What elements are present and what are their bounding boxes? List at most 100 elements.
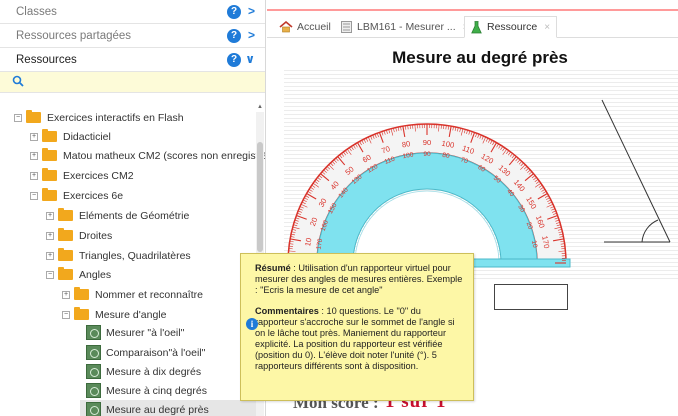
accordion-label: Classes [16, 5, 57, 18]
folder-icon [58, 267, 73, 280]
tree-item[interactable]: − Mesure d'angle [62, 305, 166, 324]
tooltip-summary: Résumé : Utilisation d'un rapporteur vir… [255, 263, 463, 296]
flask-icon [471, 20, 482, 33]
tree-item[interactable]: Mesurer "à l'oeil" [86, 323, 184, 342]
home-icon [279, 21, 293, 33]
expand-icon[interactable]: + [46, 251, 54, 260]
comments-label: Commentaires [255, 306, 319, 316]
tree-item-label: Mesure au degré près [106, 403, 209, 416]
tree-item-label: Droites [79, 229, 113, 242]
collapse-icon[interactable]: − [30, 191, 38, 200]
tab-label: Accueil [297, 21, 331, 33]
tree-item[interactable]: + Nommer et reconnaître [62, 285, 203, 304]
resource-tree: − Exercices interactifs en Flash + Didac… [0, 105, 266, 416]
collapse-icon[interactable]: − [14, 113, 22, 122]
expand-icon[interactable]: + [30, 151, 38, 160]
protractor-outer-label: 80 [401, 139, 411, 149]
tree-item[interactable]: + Matou matheux CM2 (scores non enregist… [30, 146, 266, 165]
tree-item-label: Triangles, Quadrilatères [79, 249, 191, 262]
tree-item[interactable]: Mesure à cinq degrés [86, 381, 207, 400]
folder-icon [42, 168, 57, 181]
tab-resource[interactable]: Ressource × [464, 16, 558, 38]
tab-label: Ressource [487, 21, 538, 33]
top-divider [267, 9, 678, 11]
tab-label: LBM161 - Mesurer ... [357, 21, 456, 33]
tree-item-label: Eléments de Géométrie [79, 209, 190, 222]
tree-item-label: Mesure d'angle [95, 308, 167, 321]
tree-item[interactable]: − Exercices 6e [30, 186, 123, 205]
folder-icon [26, 110, 41, 123]
tab-lbm161[interactable]: LBM161 - Mesurer ... × [341, 16, 468, 38]
tree-item[interactable]: − Angles [46, 265, 111, 284]
tree-item[interactable]: Comparaison"à l'oeil" [86, 343, 205, 362]
expand-icon[interactable]: + [62, 290, 70, 299]
help-icon[interactable]: ? [227, 53, 241, 67]
tree-item-label: Exercices CM2 [63, 169, 134, 182]
expand-icon[interactable]: + [30, 171, 38, 180]
summary-label: Résumé [255, 263, 291, 273]
tree-item[interactable]: + Droites [46, 226, 112, 245]
accordion-label: Ressources partagées [16, 29, 132, 42]
folder-icon [58, 248, 73, 261]
protractor-inner-label: 10 [530, 240, 538, 249]
tree-item[interactable]: + Exercices CM2 [30, 166, 134, 185]
answer-input[interactable] [494, 284, 568, 310]
scrollbar-thumb[interactable] [257, 142, 263, 252]
protractor-outer-label: 10 [303, 237, 313, 247]
folder-icon [74, 307, 89, 320]
tree-item-label: Exercices 6e [63, 189, 124, 202]
tree-item[interactable]: + Triangles, Quadrilatères [46, 246, 191, 265]
accordion-resources[interactable]: Ressources ? ∨ [0, 48, 265, 72]
protractor-board[interactable]: 1701601501401301201101009080706050403020… [284, 70, 678, 282]
tree-item-label: Exercices interactifs en Flash [47, 111, 184, 124]
folder-icon [42, 188, 57, 201]
accordion-label: Ressources [16, 53, 77, 66]
document-icon [341, 21, 352, 33]
expand-icon[interactable]: + [46, 211, 54, 220]
expand-icon[interactable]: + [30, 132, 38, 141]
chevron-right-icon[interactable]: > [248, 4, 255, 18]
tree-item[interactable]: + Eléments de Géométrie [46, 206, 189, 225]
expand-icon[interactable]: + [46, 231, 54, 240]
protractor-inner-label: 90 [423, 151, 431, 158]
search-bar[interactable] [0, 72, 265, 93]
tree-item[interactable]: Mesure à dix degrés [86, 362, 201, 381]
scroll-up-arrow-icon[interactable]: ▲ [256, 104, 264, 112]
flash-file-icon [86, 345, 101, 360]
collapse-icon[interactable]: − [46, 270, 54, 279]
tree-item-selected[interactable]: Mesure au degré près [80, 400, 256, 416]
help-icon[interactable]: ? [227, 5, 241, 19]
resource-tooltip: Résumé : Utilisation d'un rapporteur vir… [240, 253, 474, 401]
tree-item-label: Didacticiel [63, 130, 111, 143]
tree-item-label: Mesure à dix degrés [106, 365, 202, 378]
info-icon: i [246, 318, 258, 330]
tree-item-label: Mesurer "à l'oeil" [106, 326, 185, 339]
resource-sidebar: Classes ? > Ressources partagées ? > Res… [0, 0, 266, 416]
tab-home[interactable]: Accueil [279, 16, 331, 38]
folder-icon [58, 228, 73, 241]
tab-bar: Accueil LBM161 - Mesurer ... × Ressource… [267, 12, 678, 38]
accordion-shared-resources[interactable]: Ressources partagées ? > [0, 24, 265, 48]
tree-item[interactable]: + Didacticiel [30, 127, 111, 146]
folder-icon [74, 287, 89, 300]
tree-item-label: Comparaison"à l'oeil" [106, 346, 206, 359]
tree-item[interactable]: − Exercices interactifs en Flash [14, 108, 184, 127]
search-icon[interactable] [12, 75, 24, 87]
help-icon[interactable]: ? [227, 29, 241, 43]
chevron-right-icon[interactable]: > [248, 28, 255, 42]
accordion-classes[interactable]: Classes ? > [0, 0, 265, 24]
folder-icon [42, 129, 57, 142]
tooltip-comments: Commentaires : 10 questions. Le "0" du r… [255, 306, 463, 372]
tree-item-label: Matou matheux CM2 (scores non enregistré [63, 149, 266, 162]
tree-item-label: Angles [79, 268, 112, 281]
close-icon[interactable]: × [544, 22, 550, 33]
flash-file-icon [86, 383, 101, 398]
collapse-icon[interactable]: − [62, 310, 70, 319]
folder-icon [42, 148, 57, 161]
tree-item-label: Nommer et reconnaître [95, 288, 203, 301]
chevron-down-icon[interactable]: ∨ [245, 52, 255, 66]
tree-item-label: Mesure à cinq degrés [106, 384, 207, 397]
folder-icon [58, 208, 73, 221]
protractor-outer-label: 90 [423, 138, 431, 147]
exercise-title: Mesure au degré près [392, 48, 568, 67]
